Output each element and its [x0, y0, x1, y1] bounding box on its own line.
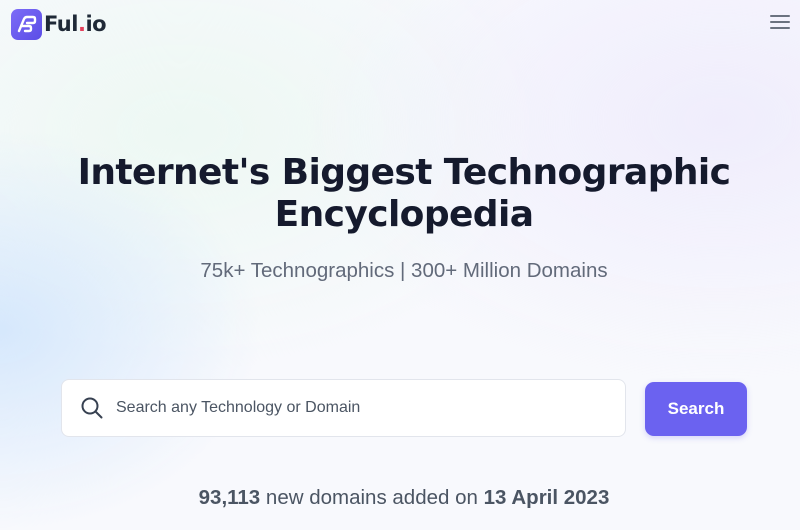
hamburger-menu-icon[interactable] — [770, 13, 790, 31]
brand-name: Ful.io — [44, 12, 107, 36]
brand-logo[interactable]: Ful.io — [11, 8, 107, 40]
top-navbar: Ful.io — [0, 0, 800, 48]
search-button[interactable]: Search — [645, 382, 747, 436]
new-domains-stat: 93,113 new domains added on 13 April 202… — [0, 486, 800, 510]
search-icon — [80, 396, 104, 420]
page-subtitle: 75k+ Technographics | 300+ Million Domai… — [200, 259, 608, 282]
new-domains-date: 13 April 2023 — [483, 486, 610, 509]
new-domains-count: 93,113 — [198, 486, 261, 509]
logo-mark-icon — [11, 8, 42, 40]
page-title: Internet's Biggest Technographic Encyclo… — [0, 152, 800, 236]
page-title-line-2: Encyclopedia — [274, 194, 534, 235]
new-domains-text: new domains added on — [265, 486, 478, 509]
page-title-line-1: Internet's Biggest Technographic — [77, 152, 731, 193]
search-input[interactable] — [114, 387, 625, 429]
search-box[interactable] — [61, 379, 626, 437]
